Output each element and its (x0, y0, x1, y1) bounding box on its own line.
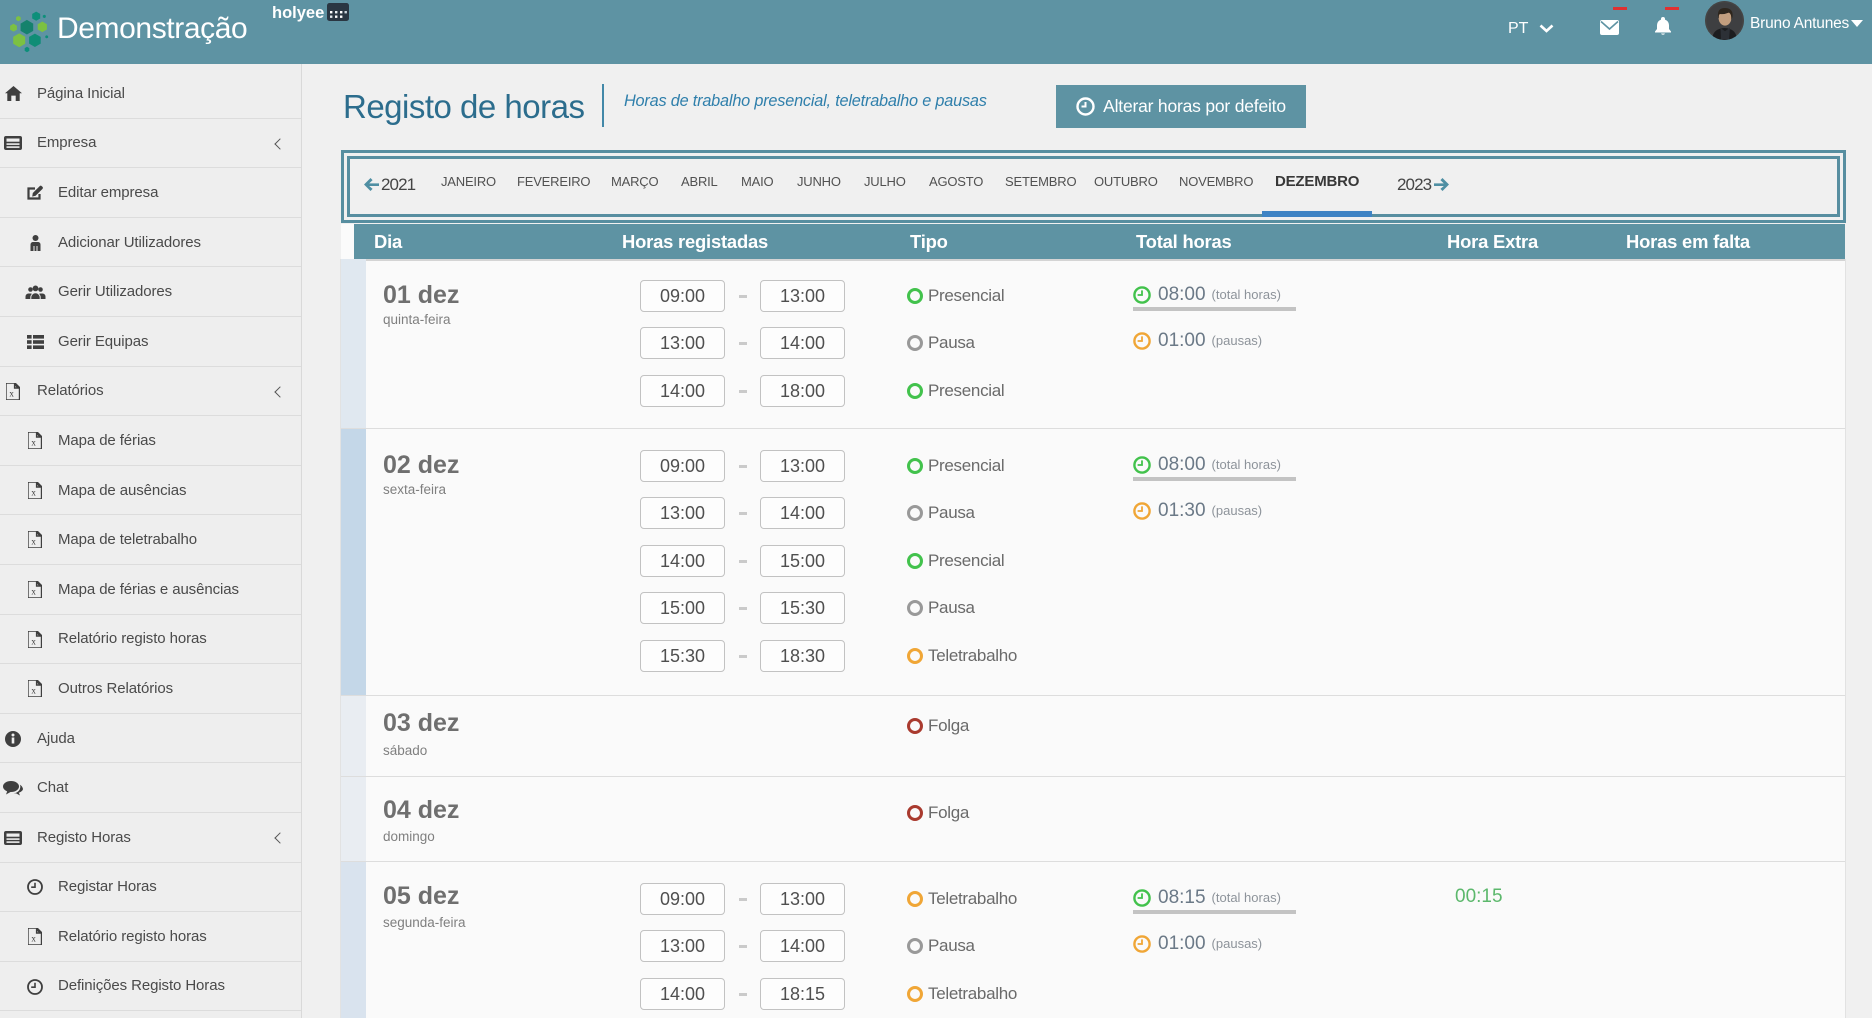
svg-text:x: x (31, 537, 36, 547)
svg-text:x: x (31, 686, 36, 696)
svg-text:x: x (31, 438, 36, 448)
svg-text:x: x (9, 388, 14, 398)
svg-text:x: x (31, 934, 36, 944)
svg-text:x: x (31, 487, 36, 497)
svg-text:x: x (31, 586, 36, 596)
svg-text:x: x (31, 636, 36, 646)
